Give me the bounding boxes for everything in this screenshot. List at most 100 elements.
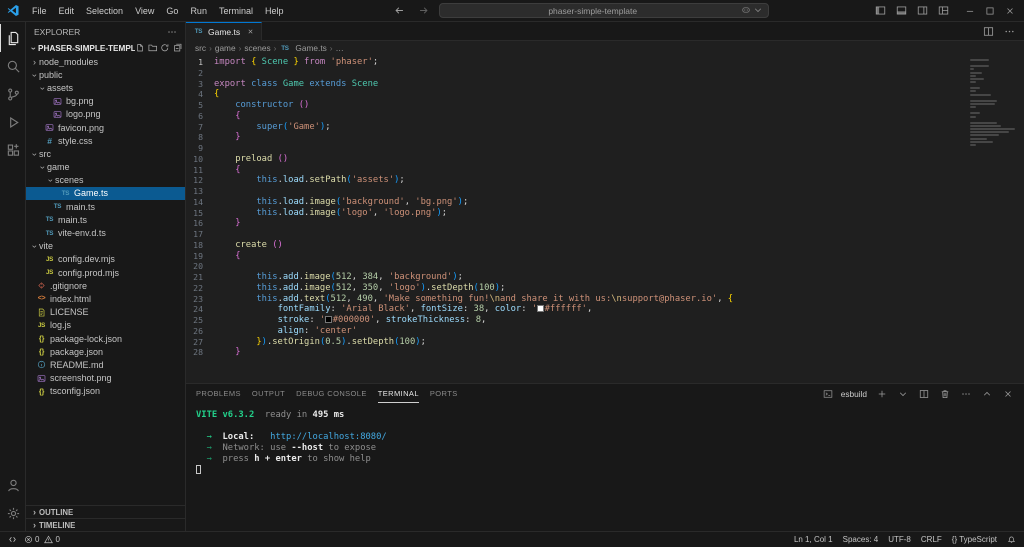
activitybar-search[interactable] — [0, 52, 25, 80]
panel-tab-debug-console[interactable]: DEBUG CONSOLE — [296, 384, 367, 403]
code-line-28[interactable]: 28 } — [186, 347, 968, 358]
remote-icon[interactable] — [8, 535, 17, 544]
activitybar-explorer[interactable] — [0, 24, 25, 52]
menu-edit[interactable]: Edit — [53, 6, 81, 16]
code-line-2[interactable]: 2 — [186, 68, 968, 79]
menu-terminal[interactable]: Terminal — [213, 6, 259, 16]
new-file-icon[interactable] — [135, 43, 145, 53]
code-line-18[interactable]: 18 create () — [186, 240, 968, 251]
split-editor-icon[interactable] — [916, 388, 932, 400]
refresh-icon[interactable] — [160, 43, 170, 53]
code-editor[interactable]: 1import { Scene } from 'phaser';23export… — [186, 55, 1024, 383]
breadcrumb--[interactable]: … — [336, 43, 344, 53]
code-line-11[interactable]: 11 { — [186, 165, 968, 176]
code-line-6[interactable]: 6 { — [186, 111, 968, 122]
section-outline[interactable]: ›OUTLINE — [26, 505, 185, 518]
chevron-down-icon[interactable] — [753, 5, 763, 17]
breadcrumb-game-ts[interactable]: TSGame.ts — [279, 43, 326, 53]
file-public[interactable]: ›public — [26, 68, 185, 81]
code-line-15[interactable]: 15 this.load.image('logo', 'logo.png'); — [186, 208, 968, 219]
more-icon[interactable] — [1001, 25, 1018, 38]
file-logo-png[interactable]: logo.png — [26, 108, 185, 121]
breadcrumb-scenes[interactable]: scenes — [244, 43, 270, 53]
status-spaces-4[interactable]: Spaces: 4 — [843, 535, 879, 544]
activitybar-run-debug[interactable] — [0, 108, 25, 136]
status-typescript[interactable]: {} TypeScript — [952, 535, 997, 544]
status-utf-8[interactable]: UTF-8 — [888, 535, 911, 544]
file-index-html[interactable]: <>index.html — [26, 292, 185, 305]
new-folder-icon[interactable] — [148, 43, 158, 53]
tab-game-ts[interactable]: TS Game.ts — [186, 22, 262, 41]
code-line-26[interactable]: 26 align: 'center' — [186, 326, 968, 337]
code-line-9[interactable]: 9 — [186, 143, 968, 154]
breadcrumb-src[interactable]: src — [195, 43, 206, 53]
code-line-17[interactable]: 17 — [186, 229, 968, 240]
file-src[interactable]: ›src — [26, 147, 185, 160]
add-icon[interactable] — [874, 388, 890, 400]
code-line-1[interactable]: 1import { Scene } from 'phaser'; — [186, 57, 968, 68]
menu-help[interactable]: Help — [259, 6, 290, 16]
code-line-7[interactable]: 7 super('Game'); — [186, 122, 968, 133]
code-line-24[interactable]: 24 fontFamily: 'Arial Black', fontSize: … — [186, 304, 968, 315]
explorer-more-actions-icon[interactable] — [167, 27, 177, 37]
activitybar-extensions[interactable] — [0, 136, 25, 164]
activitybar-settings[interactable] — [0, 499, 25, 527]
file-style-css[interactable]: #style.css — [26, 134, 185, 147]
file-scenes[interactable]: ›scenes — [26, 174, 185, 187]
file-assets[interactable]: ›assets — [26, 81, 185, 94]
code-line-3[interactable]: 3export class Game extends Scene — [186, 79, 968, 90]
file-readme-md[interactable]: README.md — [26, 358, 185, 371]
file-main-ts[interactable]: TSmain.ts — [26, 213, 185, 226]
status-ln-1-col-1[interactable]: Ln 1, Col 1 — [794, 535, 833, 544]
code-line-5[interactable]: 5 constructor () — [186, 100, 968, 111]
menu-run[interactable]: Run — [184, 6, 213, 16]
chevron-down-icon[interactable] — [895, 388, 911, 400]
file-config-dev-mjs[interactable]: JSconfig.dev.mjs — [26, 253, 185, 266]
panel-tab-terminal[interactable]: TERMINAL — [378, 384, 419, 403]
layout-custom-icon[interactable] — [933, 3, 954, 18]
bell-icon[interactable] — [1007, 535, 1016, 544]
close-icon[interactable] — [1000, 388, 1016, 400]
code-line-16[interactable]: 16 } — [186, 218, 968, 229]
menu-file[interactable]: File — [26, 6, 53, 16]
code-line-20[interactable]: 20 — [186, 261, 968, 272]
project-root-row[interactable]: › PHASER-SIMPLE-TEMPL... — [26, 41, 185, 55]
file-screenshot-png[interactable]: screenshot.png — [26, 372, 185, 385]
file-package-lock-json[interactable]: {}package-lock.json — [26, 332, 185, 345]
code-line-8[interactable]: 8 } — [186, 132, 968, 143]
layout-left-icon[interactable] — [870, 3, 891, 18]
menu-view[interactable]: View — [129, 6, 160, 16]
breadcrumb-game[interactable]: game — [215, 43, 236, 53]
code-line-12[interactable]: 12 this.load.setPath('assets'); — [186, 175, 968, 186]
file-vite[interactable]: ›vite — [26, 240, 185, 253]
file-game[interactable]: ›game — [26, 161, 185, 174]
code-line-4[interactable]: 4{ — [186, 89, 968, 100]
close-button[interactable] — [1000, 4, 1020, 18]
code-line-10[interactable]: 10 preload () — [186, 154, 968, 165]
file-tsconfig-json[interactable]: {}tsconfig.json — [26, 385, 185, 398]
layout-bottom-icon[interactable] — [891, 3, 912, 18]
file-package-json[interactable]: {}package.json — [26, 345, 185, 358]
collapse-all-icon[interactable] — [173, 43, 183, 53]
file-node-modules[interactable]: ›node_modules — [26, 55, 185, 68]
code-line-27[interactable]: 27 }).setOrigin(0.5).setDepth(100); — [186, 337, 968, 348]
file-config-prod-mjs[interactable]: JSconfig.prod.mjs — [26, 266, 185, 279]
chevron-up-icon[interactable] — [979, 388, 995, 400]
copilot-icon[interactable] — [741, 5, 751, 17]
menu-selection[interactable]: Selection — [80, 6, 129, 16]
activitybar-source-control[interactable] — [0, 80, 25, 108]
file-favicon-png[interactable]: favicon.png — [26, 121, 185, 134]
forward-icon[interactable] — [415, 4, 432, 17]
code-line-19[interactable]: 19 { — [186, 251, 968, 262]
file-license[interactable]: LICENSE — [26, 306, 185, 319]
status-crlf[interactable]: CRLF — [921, 535, 942, 544]
terminal[interactable]: VITE v6.3.2 ready in 495 ms → Local: htt… — [186, 403, 1024, 531]
activitybar-accounts[interactable] — [0, 471, 25, 499]
back-icon[interactable] — [391, 4, 408, 17]
code-line-25[interactable]: 25 stroke: '#000000', strokeThickness: 8… — [186, 315, 968, 326]
code-line-23[interactable]: 23 this.add.text(512, 490, 'Make somethi… — [186, 294, 968, 305]
terminal-profile-label[interactable]: esbuild — [841, 389, 867, 399]
code-line-21[interactable]: 21 this.add.image(512, 384, 'background'… — [186, 272, 968, 283]
more-icon[interactable] — [958, 388, 974, 400]
minimap[interactable] — [968, 55, 1024, 383]
